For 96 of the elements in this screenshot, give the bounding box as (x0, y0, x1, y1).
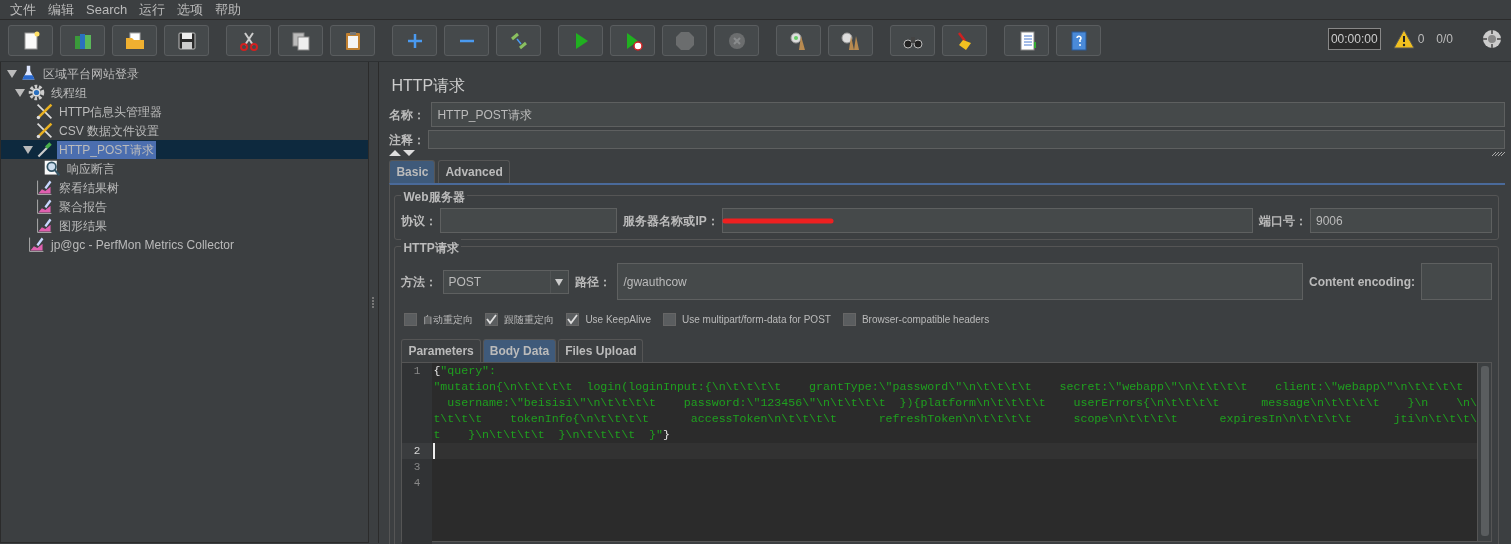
name-field[interactable]: HTTP_POST请求 (431, 102, 1505, 127)
expand-toggle-icon[interactable] (15, 87, 25, 98)
tree-item[interactable]: 区域平台网站登录 (41, 64, 141, 83)
menu-item[interactable]: Search (80, 0, 134, 21)
chart-icon (27, 235, 46, 254)
tab[interactable]: Files Upload (558, 339, 644, 362)
field-label: Content encoding: (1309, 273, 1415, 291)
tree-item[interactable]: 图形结果 (57, 216, 109, 235)
line-number: 2 (402, 443, 433, 459)
copy-icon (289, 29, 312, 52)
tree-item[interactable]: 响应断言 (65, 159, 117, 178)
toolbar-button[interactable] (828, 25, 873, 56)
checkbox[interactable] (842, 313, 856, 326)
field-label: 名称： (389, 106, 426, 124)
stop-sign-icon (673, 29, 696, 52)
toolbar-button[interactable] (330, 25, 375, 56)
gear-icon (27, 83, 46, 102)
collapse-arrows-icon[interactable] (389, 149, 416, 157)
chart-icon (35, 178, 54, 197)
port-field[interactable]: 9006 (1310, 208, 1492, 233)
toolbar-button[interactable] (1004, 25, 1049, 56)
chart-icon (35, 197, 54, 216)
line-number: 1 (402, 363, 433, 443)
code-line: {"query": (433, 363, 498, 379)
field-label: 端口号： (1259, 212, 1307, 230)
encoding-field[interactable] (1421, 263, 1492, 300)
resize-grip-icon[interactable] (1491, 150, 1505, 156)
folder-icon (123, 29, 146, 52)
method-dropdown[interactable]: POST (443, 269, 570, 294)
field-label: 方法： (401, 273, 438, 291)
code-line: "mutation{\n\t\t\t\t login(loginInput:{\n\t\t\t\t grantType:\"password\"\n\t\t\t\t secret:\"webapp\"\n\t\t\t\t client:\"webapp\"\n\t\t\t\t (433, 379, 1465, 395)
minus-icon (459, 38, 474, 43)
tree-item[interactable]: HTTP信息头管理器 (57, 102, 165, 121)
line-number: 3 (402, 459, 433, 475)
line-number: 4 (402, 475, 433, 491)
checkbox[interactable] (663, 313, 676, 326)
toolbar-button[interactable] (610, 25, 655, 56)
expand-toggle-icon[interactable] (7, 68, 17, 79)
gear-broom-icon (839, 29, 862, 52)
tab[interactable]: Basic (389, 160, 436, 183)
checkbox-label: 跟随重定向 (504, 313, 555, 327)
tree-item[interactable]: 线程组 (49, 83, 89, 102)
timer-display: 00:00:00 (1327, 28, 1381, 50)
warning-icon (1392, 28, 1415, 50)
splitter-handle[interactable] (371, 295, 376, 310)
menu-item[interactable]: 文件 (4, 0, 42, 21)
section-title: HTTP请求 (401, 239, 461, 257)
chart-icon (35, 216, 54, 235)
server-field[interactable] (721, 208, 1253, 233)
checkbox-label: 自动重定向 (423, 313, 474, 327)
tab[interactable]: Advanced (438, 160, 510, 183)
pipette-icon (35, 140, 54, 159)
toolbar-button[interactable] (942, 25, 987, 56)
thread-count: 0/0 (1436, 31, 1453, 48)
code-line: username:\"beisisi\"\n\t\t\t\t password:\"123456\"\n\t\t\t\t }){platform\n\t\t\t\t userErrors{\n\t\t\t\t message\n\t\t\t\t }\n \n\ (446, 395, 1477, 411)
tools-icon (35, 102, 54, 121)
checkbox[interactable] (566, 313, 580, 326)
globe-icon[interactable] (1481, 28, 1503, 50)
text-cursor (433, 443, 436, 459)
tree-item[interactable]: CSV 数据文件设置 (57, 121, 161, 140)
checkbox-label: Use multipart/form-data for POST (682, 313, 831, 327)
section-title: Web服务器 (401, 188, 467, 206)
checkbox[interactable] (404, 313, 418, 326)
protocol-field[interactable] (440, 208, 618, 233)
code-line: t\t\t\t tokenInfo{\n\t\t\t\t accessToken\n\t\t\t\t refreshToken\n\t\t\t\t scope\n\t\t\t\t expiresIn\n\t\t\t\t jti\n\t\t\t\ (433, 411, 1477, 427)
tab[interactable]: Parameters (401, 339, 481, 362)
tree-item[interactable]: 察看结果树 (57, 178, 121, 197)
menu-item[interactable]: 帮助 (209, 0, 248, 21)
menu-item[interactable]: 选项 (171, 0, 210, 21)
code-line: t }\n\t\t\t\t }\n\t\t\t\t }"} (433, 427, 671, 443)
checkbox[interactable] (485, 313, 499, 326)
toolbar-button[interactable] (164, 25, 209, 56)
toolbar-button[interactable] (278, 25, 323, 56)
tree-item[interactable]: 聚合报告 (57, 197, 109, 216)
warning-count: 0 (1417, 31, 1425, 48)
panel-title: HTTP请求 (391, 76, 467, 96)
tools-icon (35, 121, 54, 140)
field-label: 协议： (401, 212, 438, 230)
menu-item[interactable]: 编辑 (42, 0, 80, 21)
expand-toggle-icon[interactable] (23, 144, 33, 155)
checkbox-label: Browser-compatible headers (861, 313, 990, 327)
toolbar-button[interactable] (776, 25, 821, 56)
tree-item[interactable]: jp@gc - PerfMon Metrics Collector (49, 235, 236, 254)
checkbox-label: Use KeepAlive (585, 313, 651, 327)
tab[interactable]: Body Data (482, 339, 557, 362)
field-label: 服务器名称或IP： (623, 212, 719, 230)
field-label: 注释： (389, 131, 426, 149)
menu-item[interactable]: 运行 (133, 0, 172, 21)
magnifier-icon (43, 159, 62, 178)
path-field[interactable]: /gwauthcow (617, 263, 1303, 300)
field-label: 路径： (575, 273, 612, 291)
scrollbar-thumb[interactable] (1480, 366, 1489, 536)
toolbar-button[interactable] (8, 25, 53, 56)
toolbar-button[interactable] (112, 25, 157, 56)
flask-icon (19, 64, 38, 83)
comment-field[interactable] (428, 130, 1505, 149)
